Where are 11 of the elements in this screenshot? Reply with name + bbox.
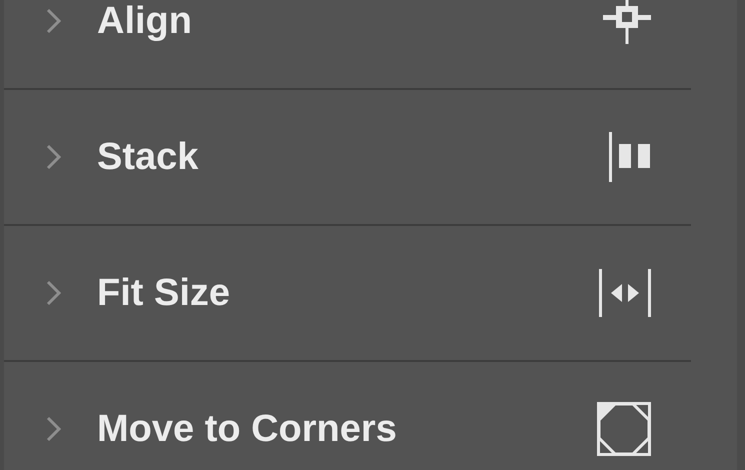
- section-title[interactable]: Stack: [97, 136, 609, 178]
- chevron-icon[interactable]: [44, 7, 64, 35]
- corners-icon: [597, 402, 651, 456]
- section-title[interactable]: Move to Corners: [97, 408, 597, 450]
- stack-icon: [609, 132, 651, 182]
- chevron-icon[interactable]: [44, 143, 64, 171]
- chevron-icon[interactable]: [44, 279, 64, 307]
- section-title[interactable]: Align: [97, 0, 603, 42]
- chevron-icon[interactable]: [44, 415, 64, 443]
- fit-width-icon: [599, 269, 651, 317]
- section-title[interactable]: Fit Size: [97, 272, 599, 314]
